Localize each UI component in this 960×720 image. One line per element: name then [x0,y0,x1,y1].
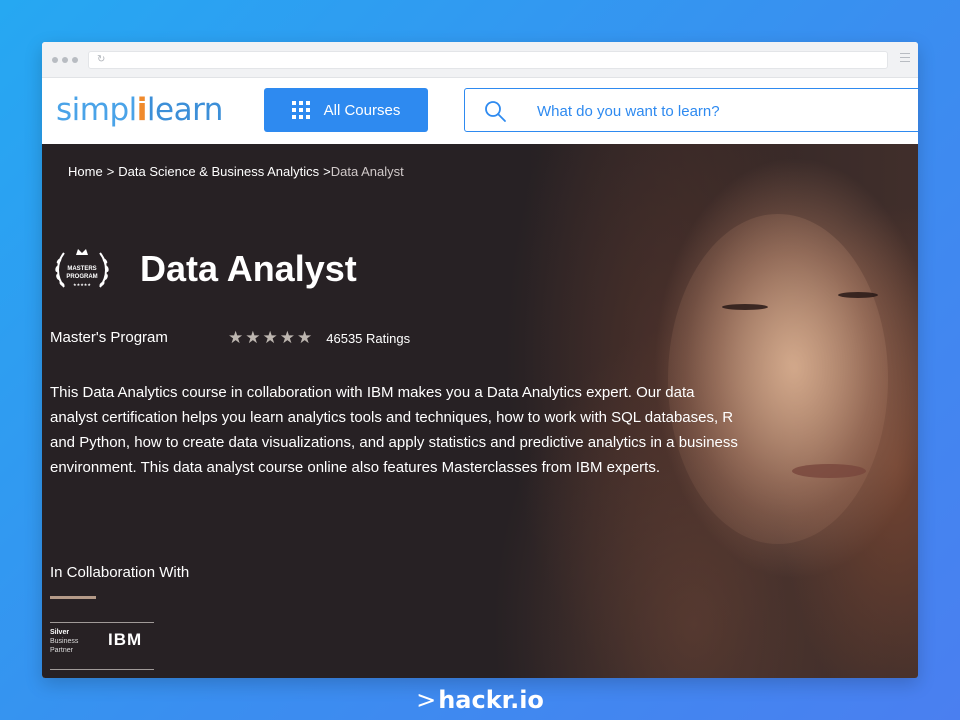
search-icon[interactable] [483,99,507,123]
breadcrumb-home[interactable]: Home [68,164,103,179]
svg-text:PROGRAM: PROGRAM [66,274,97,280]
program-type: Master's Program [50,329,168,346]
collaboration-label: In Collaboration With [50,564,190,581]
course-description: This Data Analytics course in collaborat… [50,384,738,476]
partner-line: Partner [50,647,73,654]
search-bar[interactable] [464,88,918,132]
divider [50,596,96,599]
partner-badge: Silver Business Partner IBM [50,622,154,670]
window-controls [52,57,78,63]
star-icon: ★ [228,328,244,347]
laurel-badge-icon: MASTERS PROGRAM ★★★★★ [55,249,109,288]
search-input[interactable] [537,101,897,121]
partner-line: Business [50,638,79,645]
window-dot[interactable] [52,57,58,63]
star-icon: ★ [245,328,261,347]
star-icon: ★ [297,328,313,347]
simplilearn-logo[interactable]: simplilearn [56,92,223,128]
breadcrumb-current: Data Analyst [330,164,404,179]
site-header: simplilearn All Courses [42,78,918,144]
star-rating: ★ ★ ★ ★ ★ [228,328,313,347]
window-dot[interactable] [72,57,78,63]
star-icon: ★ [262,328,278,347]
breadcrumb: Home > Data Science & Business Analytics… [68,164,404,179]
ibm-logo: IBM [108,630,143,649]
partner-level: Silver [50,629,70,636]
all-courses-button[interactable]: All Courses [264,88,428,132]
window-dot[interactable] [62,57,68,63]
browser-window: ↻ simplilearn All Courses Home [42,42,918,678]
rating: ★ ★ ★ ★ ★ 46535 Ratings [228,328,411,347]
menu-icon[interactable] [900,53,910,65]
badge-text: MASTERS [67,266,96,272]
course-hero: Home > Data Science & Business Analytics… [42,144,918,678]
hackr-watermark: >hackr.io [0,686,960,714]
all-courses-label: All Courses [323,101,401,119]
ratings-count: 46535 Ratings [326,330,411,346]
svg-text:★★★★★: ★★★★★ [73,282,91,287]
browser-toolbar: ↻ [42,42,918,78]
grid-icon [291,101,310,119]
address-bar[interactable]: ↻ [88,51,888,69]
prompt-glyph: > [416,686,437,714]
star-icon: ★ [279,328,295,347]
page-title: Data Analyst [140,248,357,289]
watermark-text: hackr.io [438,686,544,714]
breadcrumb-category[interactable]: Data Science & Business Analytics [118,164,319,179]
reload-icon[interactable]: ↻ [97,54,105,66]
